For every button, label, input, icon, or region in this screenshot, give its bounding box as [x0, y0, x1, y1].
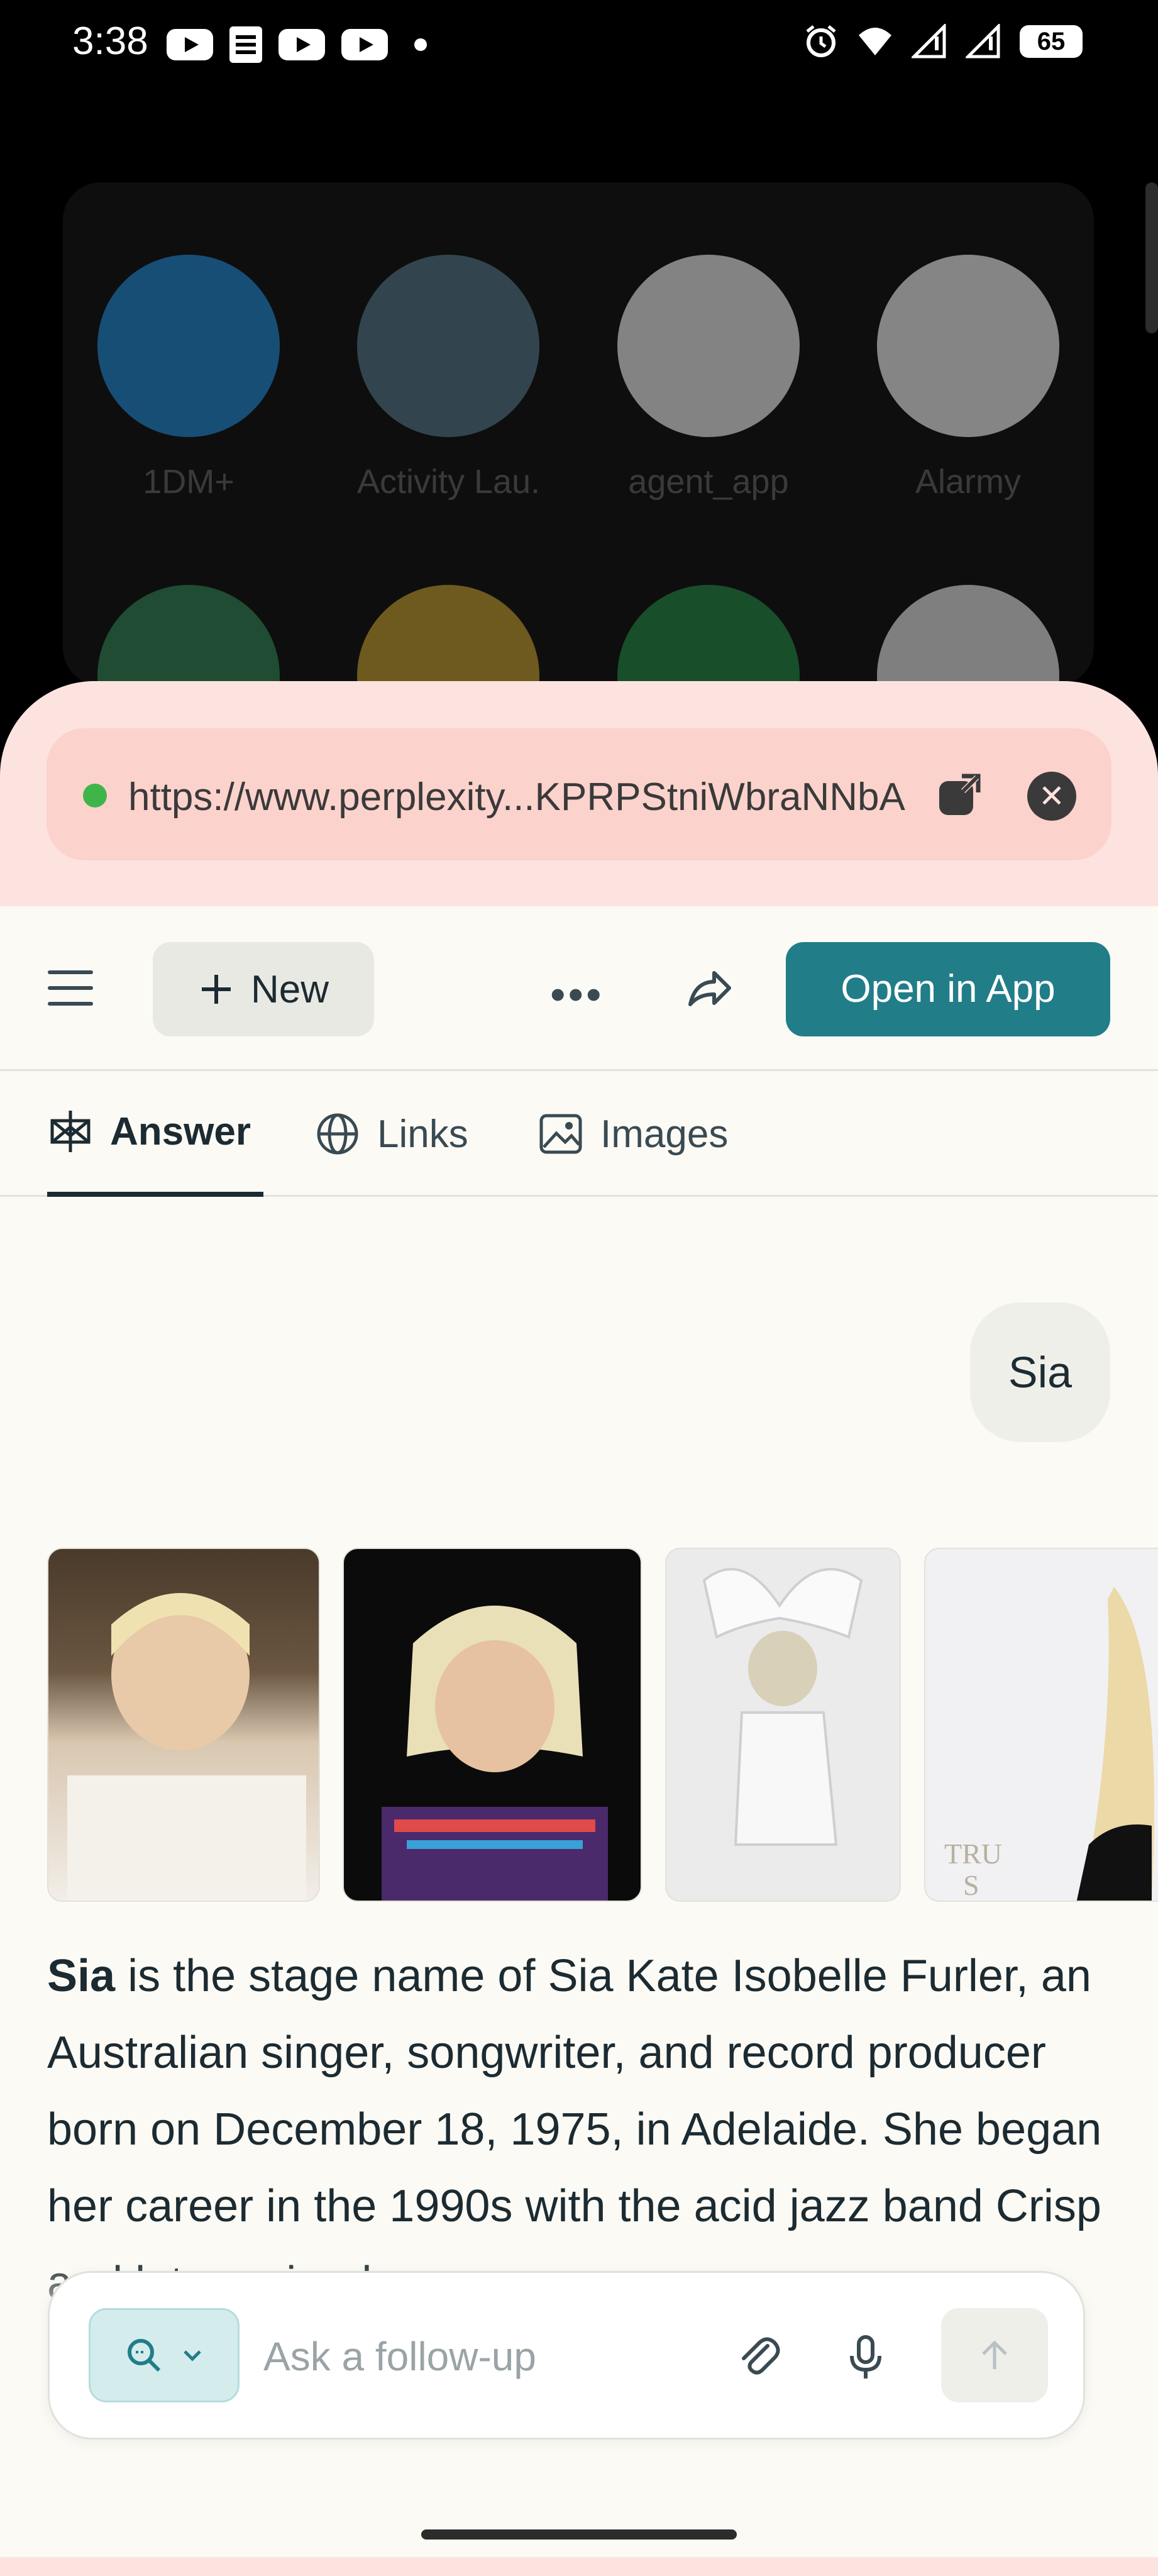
page-toolbar: New ••• Open in App — [0, 906, 1158, 1071]
image-result-thumbnail[interactable] — [47, 1548, 320, 1902]
new-label: New — [250, 967, 329, 1011]
share-icon[interactable] — [685, 964, 733, 1012]
tab-label: Answer — [110, 1109, 251, 1153]
attach-icon[interactable] — [735, 2333, 783, 2381]
chevron-down-icon — [184, 2350, 201, 2362]
tab-label: Images — [600, 1112, 729, 1156]
microphone-icon[interactable] — [842, 2333, 890, 2381]
url-bar[interactable]: https://www.perplexity...KPRPStniWbraNNb… — [47, 728, 1111, 860]
app-launcher-background: 1DM+ Activity Lau... agent_app Alarmy — [63, 182, 1094, 767]
image-icon — [539, 1114, 582, 1154]
tab-links[interactable]: Links — [314, 1071, 468, 1197]
tab-label: Links — [377, 1112, 468, 1156]
tab-images[interactable]: Images — [538, 1071, 728, 1197]
youtube-icon — [167, 29, 213, 60]
image-result-thumbnail[interactable] — [665, 1548, 901, 1902]
answer-subject: Sia — [47, 1951, 116, 2001]
battery-icon: 65 — [1020, 25, 1083, 58]
more-options-icon[interactable]: ••• — [550, 969, 604, 1019]
perplexity-answer-icon — [50, 1111, 91, 1152]
custom-tab-sheet: https://www.perplexity...KPRPStniWbraNNb… — [0, 681, 1158, 2576]
globe-icon — [317, 1113, 358, 1155]
image-result-thumbnail[interactable]: TRU S — [924, 1548, 1158, 1902]
send-button[interactable] — [941, 2308, 1048, 2402]
image-result-thumbnail[interactable] — [343, 1548, 642, 1902]
follow-up-composer: Ask a follow-up — [48, 2271, 1085, 2440]
secure-indicator-icon — [83, 784, 107, 808]
follow-up-input[interactable]: Ask a follow-up — [263, 2333, 536, 2380]
system-icons: 65 — [803, 24, 1083, 59]
launcher-app: agent_app — [617, 255, 800, 501]
plus-icon — [201, 975, 231, 1004]
activity-launcher-app-icon — [357, 255, 539, 437]
app-label: agent_app — [628, 463, 789, 501]
notification-icons — [167, 26, 427, 63]
youtube-icon — [341, 29, 388, 60]
home-indicator[interactable] — [421, 2529, 737, 2540]
app-label: Activity Lau... — [357, 463, 539, 501]
scroll-indicator — [1145, 182, 1158, 333]
alarm-icon — [806, 25, 836, 57]
close-icon[interactable]: ✕ — [1027, 772, 1076, 821]
arrow-up-icon — [982, 2340, 1007, 2369]
alarmy-app-icon — [877, 255, 1059, 437]
launcher-app: 1DM+ — [97, 255, 280, 501]
user-query-bubble: Sia — [970, 1302, 1110, 1442]
web-page: New ••• Open in App Answer Links Images … — [0, 906, 1158, 2557]
signal-icon — [912, 24, 946, 58]
app-label: 1DM+ — [143, 463, 234, 501]
result-tabs: Answer Links Images — [0, 1071, 1158, 1197]
answer-body: is the stage name of Sia Kate Isobelle F… — [47, 1951, 1102, 2308]
tab-answer[interactable]: Answer — [47, 1071, 263, 1197]
search-icon — [128, 2339, 161, 2372]
launcher-app: Alarmy — [877, 255, 1059, 501]
thumbnail-watermark: TRU — [944, 1838, 1002, 1870]
open-in-app-button[interactable]: Open in App — [786, 942, 1110, 1036]
new-thread-button[interactable]: New — [153, 942, 374, 1036]
1dm-app-icon — [97, 255, 280, 437]
signal-icon — [966, 24, 1000, 58]
status-bar: 3:38 65 — [0, 0, 1158, 88]
search-mode-selector[interactable] — [89, 2308, 240, 2402]
docs-icon — [229, 26, 262, 63]
image-results-row: TRU S — [47, 1548, 1158, 1902]
thumbnail-watermark: S — [963, 1869, 979, 1901]
dot-icon — [414, 38, 427, 51]
app-label: Alarmy — [915, 463, 1021, 501]
wifi-icon — [859, 28, 891, 55]
status-time: 3:38 — [72, 19, 148, 63]
launcher-app: Activity Lau... — [357, 255, 539, 501]
flutter-app-icon — [617, 255, 800, 437]
youtube-icon — [278, 29, 325, 60]
menu-icon[interactable] — [48, 970, 93, 1006]
url-text[interactable]: https://www.perplexity...KPRPStniWbraNNb… — [128, 775, 905, 819]
open-in-browser-icon[interactable] — [934, 770, 984, 820]
